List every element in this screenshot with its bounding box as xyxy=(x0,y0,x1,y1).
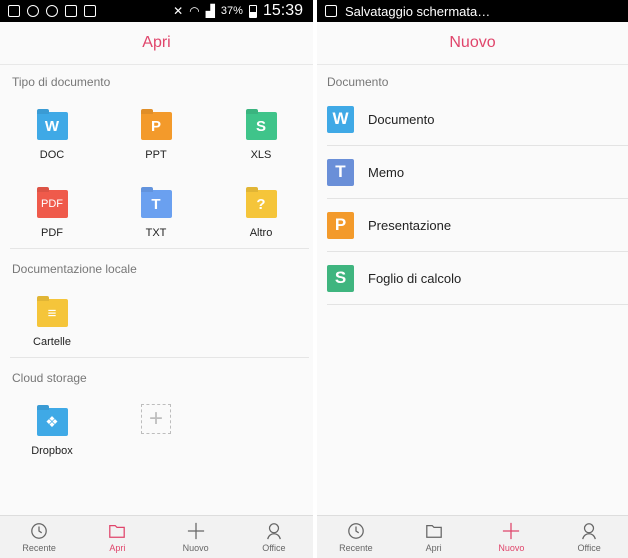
mute-icon: ✕ xyxy=(173,4,184,18)
clock-icon xyxy=(348,522,364,539)
plus-icon xyxy=(187,522,204,539)
cloud-dropbox[interactable]: ❖ Dropbox xyxy=(12,408,92,457)
doc-type-txt[interactable]: T TXT xyxy=(116,190,196,239)
nav-recent[interactable]: Recente xyxy=(317,516,395,558)
nav-recent[interactable]: Recente xyxy=(0,516,78,558)
open-screen: ✕ ◠ ▟ 37% 15:39 Apri Tipo di documento W… xyxy=(0,0,317,558)
section-local: Documentazione locale xyxy=(12,262,137,276)
doc-type-other[interactable]: ? Altro xyxy=(221,190,301,239)
dropbox-icon: ❖ xyxy=(36,408,68,436)
new-screen: Salvataggio schermata… Nuovo Documento W… xyxy=(317,0,628,558)
doc-type-doc[interactable]: W DOC xyxy=(12,112,92,161)
person-icon xyxy=(266,522,281,539)
plus-icon: + xyxy=(148,405,163,432)
pdf-folder-icon: PDF xyxy=(36,190,68,218)
bottom-nav: Recente Apri Nuovo Office xyxy=(317,515,628,558)
doc-folder-icon: W xyxy=(36,112,68,140)
gallery-icon xyxy=(8,5,20,17)
status-bar: ✕ ◠ ▟ 37% 15:39 xyxy=(0,0,313,22)
folder-icon xyxy=(425,524,442,538)
page-title: Apri xyxy=(0,22,313,65)
sync-icon xyxy=(27,5,39,17)
new-presentation[interactable]: P Presentazione xyxy=(327,199,628,252)
divider xyxy=(10,248,309,249)
memo-icon: T xyxy=(327,158,354,186)
presentation-icon: P xyxy=(327,211,354,239)
xls-folder-icon: S xyxy=(245,112,277,140)
clock-icon xyxy=(31,522,47,539)
section-cloud: Cloud storage xyxy=(12,371,87,385)
nav-office[interactable]: Office xyxy=(550,516,628,558)
word-icon: W xyxy=(327,105,354,133)
battery-percent: 37% xyxy=(220,5,243,17)
notification-text: Salvataggio schermata… xyxy=(345,3,491,19)
new-spreadsheet[interactable]: S Foglio di calcolo xyxy=(327,252,628,305)
spreadsheet-icon xyxy=(84,5,96,17)
page-title: Nuovo xyxy=(317,22,628,65)
status-bar: Salvataggio schermata… xyxy=(317,0,628,22)
nav-open[interactable]: Apri xyxy=(78,516,156,558)
nav-new[interactable]: Nuovo xyxy=(157,516,235,558)
bottom-nav: Recente Apri Nuovo Office xyxy=(0,515,313,558)
folders-icon: ≡ xyxy=(36,299,68,327)
wifi-icon: ◠ xyxy=(189,4,200,18)
folder-icon xyxy=(109,524,126,538)
spreadsheet-icon: S xyxy=(327,264,354,292)
clipboard-icon xyxy=(65,5,77,17)
plus-icon xyxy=(503,522,520,539)
battery-icon xyxy=(248,4,257,18)
ppt-folder-icon: P xyxy=(140,112,172,140)
signal-icon: ▟ xyxy=(205,4,215,18)
divider xyxy=(10,357,309,358)
person-icon xyxy=(582,522,597,539)
screenshot-icon xyxy=(325,5,337,17)
new-memo[interactable]: T Memo xyxy=(327,146,628,199)
clock-time: 15:39 xyxy=(262,2,303,19)
nav-open[interactable]: Apri xyxy=(395,516,473,558)
txt-folder-icon: T xyxy=(140,190,172,218)
section-doc-type: Tipo di documento xyxy=(12,75,111,89)
app-icon xyxy=(46,5,58,17)
nav-office[interactable]: Office xyxy=(235,516,313,558)
new-document[interactable]: W Documento xyxy=(327,93,628,146)
nav-new[interactable]: Nuovo xyxy=(473,516,551,558)
add-cloud-button[interactable]: + xyxy=(141,404,171,434)
doc-type-ppt[interactable]: P PPT xyxy=(116,112,196,161)
section-document: Documento xyxy=(327,75,389,89)
local-folders[interactable]: ≡ Cartelle xyxy=(12,299,92,348)
other-folder-icon: ? xyxy=(245,190,277,218)
doc-type-xls[interactable]: S XLS xyxy=(221,112,301,161)
doc-type-pdf[interactable]: PDF PDF xyxy=(12,190,92,239)
